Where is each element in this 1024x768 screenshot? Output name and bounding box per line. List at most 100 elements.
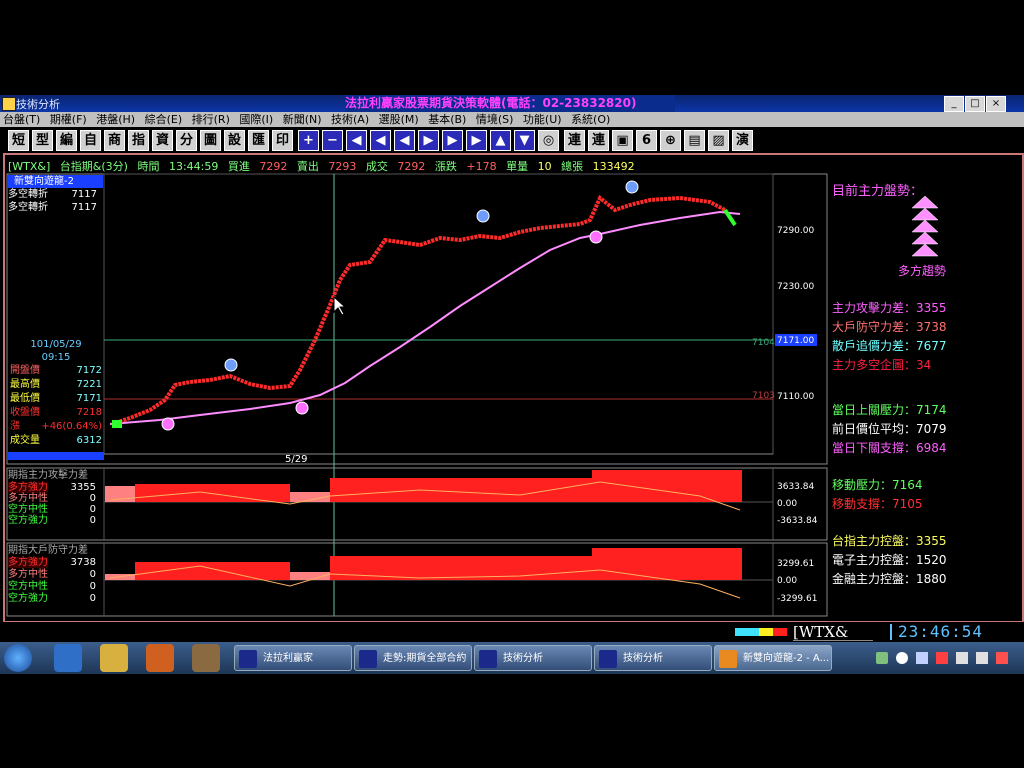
ohlc-value: 7171 [76,393,102,404]
panel1-tick: 0.00 [777,499,797,509]
sell-signal-icon[interactable] [625,180,639,194]
buy-signal-icon[interactable] [589,230,603,244]
task-tech-analysis-1[interactable]: 技術分析 [474,645,592,671]
panel1-value: 0 [89,504,96,515]
app-pin-icon[interactable] [192,644,220,672]
tray-settings-icon[interactable] [916,652,928,664]
stat-row: 大戶防守力差：3738 [832,320,947,334]
legend-row: 多空轉折 7117 [8,188,103,201]
status-indicator [773,628,787,636]
main-force-panel: 目前主力盤勢： 多方趨勢 主力攻擊力差：3355 大戶防守力差：3738 散戶追… [830,175,1020,615]
task-icon [719,650,737,668]
panel1-tick: 3633.84 [777,482,814,492]
tray-keyboard-icon[interactable] [876,652,888,664]
stat-row: 主力攻擊力差：3355 [832,301,947,315]
buy-signal-icon[interactable] [161,417,175,431]
panel2-tick: 3299.61 [777,559,814,569]
ohlc-box: 101/05/29 09:15 開盤價 7172 最高價 7221 最低價 7171 … [8,338,104,464]
ohlc-value: 7221 [76,379,102,390]
ohlc-row-low: 最低價 7171 [8,392,104,406]
scroll-bar[interactable] [8,452,104,460]
stat-row: 當日上關壓力：7174 [832,403,947,417]
panel1-legend: 期指主力攻擊力差 多方強力 3355 多方中性 0 空方中性 0 空方強力 0 [8,469,104,526]
panel2-label: 空方中性 [8,581,48,592]
task-label: 新雙向遊龍-2 - A... [743,653,830,664]
panel1-hist-bars [135,484,290,502]
task-icon [479,650,497,668]
task-indicator-doc[interactable]: 新雙向遊龍-2 - A... [714,645,832,671]
ohlc-label: 收盤價 [10,407,40,418]
panel1-row: 多方中性 0 [8,493,104,504]
panel2-tick: -3299.61 [777,594,817,604]
panel2-label: 空方強力 [8,593,48,604]
panel2-value: 3738 [70,557,96,568]
ohlc-row-change: 漲 +46(0.64%) [8,420,104,434]
panel2-legend: 期指大戶防守力差 多方強力 3738 多方中性 0 空方中性 0 空方強力 0 [8,544,104,605]
stat-row: 主力多空企圖：34 [832,358,932,372]
price-tick: 7110.00 [777,392,814,402]
stat-row: 金融主力控盤：1880 [832,572,947,586]
ohlc-value: 7172 [76,365,102,376]
ohlc-label: 最低價 [10,393,40,404]
panel2-value: 0 [89,569,96,580]
status-bar: [WTX& 23:46:54 [0,622,1024,642]
ohlc-label: 成交量 [10,435,40,446]
tray-volume-icon[interactable] [976,652,988,664]
stat-row: 移動壓力：7164 [832,478,923,492]
ohlc-row-close: 收盤價 7218 [8,406,104,420]
tray-flag-icon[interactable] [936,652,948,664]
ohlc-value: 6312 [76,435,102,446]
tray-help-icon[interactable] [896,652,908,664]
main-chart-border [6,173,828,465]
panel1-title[interactable]: 期指主力攻擊力差 [8,469,104,482]
panel2-label: 多方強力 [8,557,48,568]
sell-signal-icon[interactable] [224,358,238,372]
legend-row: 多空轉折 7117 [8,201,103,214]
sell-signal-icon[interactable] [476,209,490,223]
legend-label: 多空轉折 [8,189,48,200]
task-icon [359,650,377,668]
panel2-row: 多方強力 3738 [8,557,104,569]
ohlc-row-open: 開盤價 7172 [8,364,104,378]
task-ferrari-winner[interactable]: 法拉利贏家 [234,645,352,671]
task-label: 技術分析 [503,653,543,664]
tray-alert-icon[interactable] [996,652,1008,664]
price-tick: 7230.00 [777,282,814,292]
status-indicator [759,628,773,636]
stat-row: 散戶追價力差：7677 [832,339,947,353]
system-tray[interactable] [876,650,1016,666]
panel1-value: 0 [89,493,96,504]
legend-value: 7117 [71,202,97,213]
media-player-icon[interactable] [146,644,174,672]
ohlc-row-high: 最高價 7221 [8,378,104,392]
task-icon [599,650,617,668]
panel2-hist-bars [592,548,742,580]
panel1-row: 空方中性 0 [8,504,104,515]
task-tech-analysis-2[interactable]: 技術分析 [594,645,712,671]
panel2-title[interactable]: 期指大戶防守力差 [8,544,104,557]
panel1-tick: -3633.84 [777,516,818,526]
ie-icon[interactable] [54,644,82,672]
trend-label: 多方趨勢 [898,264,947,278]
status-clock: 23:46:54 [890,624,1024,640]
panel1-hist-bars [592,470,742,502]
panel1-value: 0 [89,515,96,526]
panel2-row: 空方中性 0 [8,581,104,593]
stat-row: 前日價位平均：7079 [832,422,947,436]
mouse-cursor-icon [333,295,347,316]
ohlc-time: 09:15 [41,352,71,363]
panel1-row: 多方強力 3355 [8,482,104,493]
panel-title: 目前主力盤勢： [832,184,924,199]
indicator-legend: 新雙向遊龍-2 多空轉折 7117 多空轉折 7117 [8,175,103,215]
explorer-icon[interactable] [100,644,128,672]
task-futures-quote[interactable]: 走勢:期貨全部合約 [354,645,472,671]
start-button-icon[interactable] [4,644,32,672]
ohlc-label: 開盤價 [10,365,40,376]
resistance-label: 7104 [752,338,775,348]
buy-signal-icon[interactable] [295,401,309,415]
panel2-value: 0 [89,593,96,604]
indicator-name[interactable]: 新雙向遊龍-2 [8,175,103,188]
tray-network-icon[interactable] [956,652,968,664]
status-indicator [735,628,759,636]
main-plot-area [103,173,774,455]
